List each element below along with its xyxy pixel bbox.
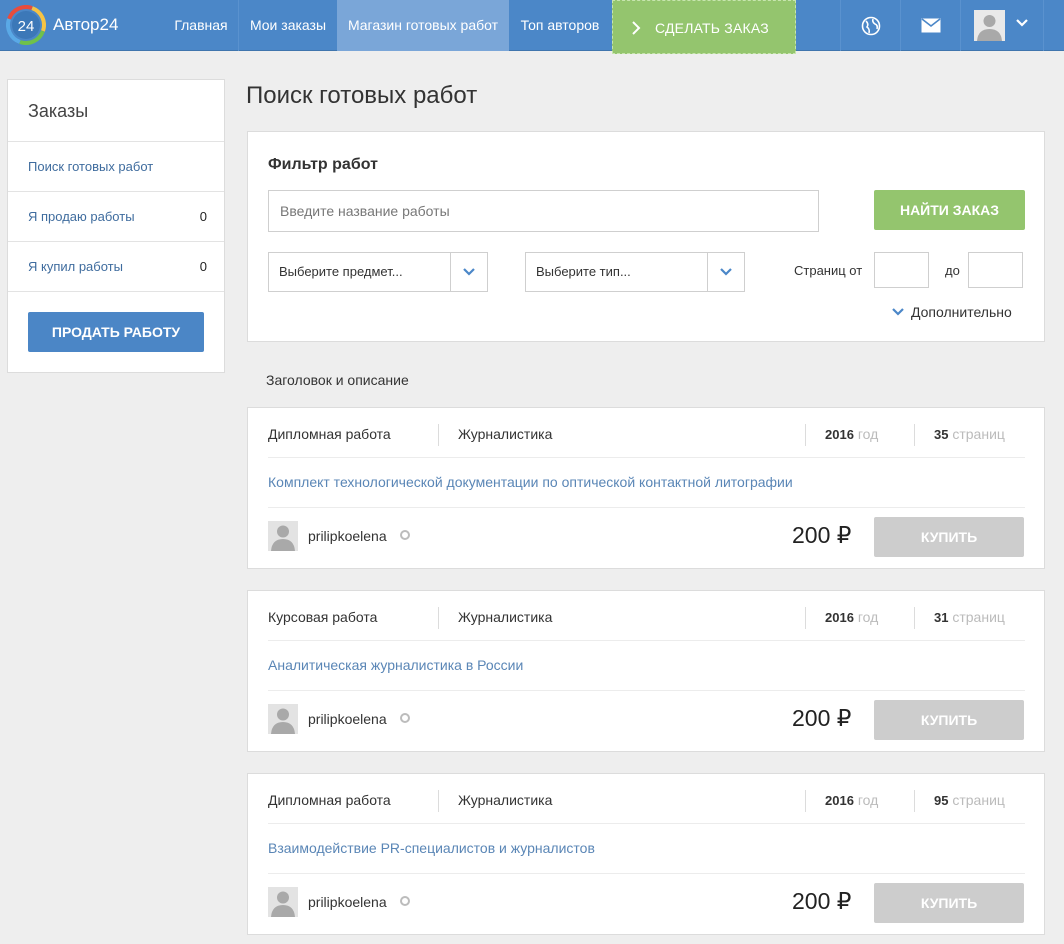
author-name[interactable]: prilipkoelena bbox=[308, 894, 387, 910]
pages-to-label: до bbox=[945, 263, 960, 278]
sidebar-item-label: Я купил работы bbox=[28, 259, 123, 274]
avatar[interactable] bbox=[974, 10, 1005, 41]
chevron-down-icon[interactable] bbox=[1016, 19, 1028, 27]
nav-top-authors[interactable]: Топ авторов bbox=[509, 0, 611, 51]
divider bbox=[805, 790, 806, 812]
type-select[interactable]: Выберите тип... bbox=[525, 252, 745, 292]
mail-icon bbox=[921, 18, 940, 33]
user-silhouette-icon bbox=[271, 891, 295, 917]
sidebar-item-selling[interactable]: Я продаю работы 0 bbox=[8, 192, 224, 242]
nav-my-orders[interactable]: Мои заказы bbox=[239, 0, 337, 51]
sidebar-item-label: Поиск готовых работ bbox=[28, 159, 154, 174]
top-navigation-bar: 24 Автор24 Главная Мои заказы Магазин го… bbox=[0, 0, 1064, 54]
online-status-icon bbox=[400, 530, 410, 540]
divider bbox=[438, 424, 439, 446]
work-price: 200 ₽ bbox=[792, 705, 852, 731]
divider bbox=[268, 640, 1025, 641]
divider bbox=[438, 790, 439, 812]
sidebar-item-count: 0 bbox=[199, 259, 207, 274]
divider bbox=[914, 424, 915, 446]
author-avatar[interactable] bbox=[268, 704, 298, 734]
find-order-button[interactable]: НАЙТИ ЗАКАЗ bbox=[874, 190, 1025, 230]
divider bbox=[268, 823, 1025, 824]
divider bbox=[914, 607, 915, 629]
chevron-down-icon bbox=[707, 253, 744, 291]
divider bbox=[268, 873, 1025, 874]
globe-icon bbox=[861, 16, 880, 35]
make-order-label: СДЕЛАТЬ ЗАКАЗ bbox=[655, 20, 769, 36]
language-button[interactable] bbox=[840, 0, 900, 51]
work-year: 2016 год bbox=[825, 609, 879, 625]
subject-select-value: Выберите предмет... bbox=[279, 264, 403, 279]
author-avatar[interactable] bbox=[268, 521, 298, 551]
sell-work-button[interactable]: ПРОДАТЬ РАБОТУ bbox=[28, 312, 204, 352]
pages-from-input[interactable] bbox=[874, 252, 929, 288]
work-subject: Журналистика bbox=[458, 609, 553, 625]
work-type: Курсовая работа bbox=[268, 609, 378, 625]
work-price: 200 ₽ bbox=[792, 522, 852, 548]
filter-panel: Фильтр работ НАЙТИ ЗАКАЗ Выберите предме… bbox=[247, 131, 1045, 342]
work-pages: 95 страниц bbox=[934, 792, 1005, 808]
work-title-link[interactable]: Аналитическая журналистика в России bbox=[268, 657, 523, 673]
divider bbox=[805, 607, 806, 629]
chevron-right-icon bbox=[631, 1, 641, 55]
buy-button[interactable]: КУПИТЬ bbox=[874, 883, 1024, 923]
author-name[interactable]: prilipkoelena bbox=[308, 528, 387, 544]
messages-button[interactable] bbox=[900, 0, 960, 51]
sidebar-title: Заказы bbox=[8, 80, 224, 142]
work-card: Курсовая работа Журналистика 2016 год 31… bbox=[247, 590, 1045, 752]
buy-button[interactable]: КУПИТЬ bbox=[874, 700, 1024, 740]
author-name[interactable]: prilipkoelena bbox=[308, 711, 387, 727]
filter-title: Фильтр работ bbox=[268, 156, 378, 173]
advanced-filter-label: Дополнительно bbox=[911, 304, 1012, 320]
logo-number: 24 bbox=[18, 18, 35, 35]
user-silhouette-icon bbox=[271, 525, 295, 551]
sidebar-item-count: 0 bbox=[199, 209, 207, 224]
make-order-button[interactable]: СДЕЛАТЬ ЗАКАЗ bbox=[612, 0, 796, 54]
search-input[interactable] bbox=[268, 190, 819, 232]
user-silhouette-icon bbox=[977, 15, 1002, 41]
buy-button[interactable]: КУПИТЬ bbox=[874, 517, 1024, 557]
work-year: 2016 год bbox=[825, 426, 879, 442]
pages-from-label: Страниц от bbox=[794, 263, 863, 278]
page-title: Поиск готовых работ bbox=[246, 82, 478, 109]
work-pages: 35 страниц bbox=[934, 426, 1005, 442]
pages-to-input[interactable] bbox=[968, 252, 1023, 288]
work-title-link[interactable]: Взаимодействие PR-специалистов и журнали… bbox=[268, 840, 595, 856]
divider bbox=[914, 790, 915, 812]
work-year: 2016 год bbox=[825, 792, 879, 808]
online-status-icon bbox=[400, 896, 410, 906]
work-subject: Журналистика bbox=[458, 426, 553, 442]
work-subject: Журналистика bbox=[458, 792, 553, 808]
divider bbox=[268, 507, 1025, 508]
work-card: Дипломная работа Журналистика 2016 год 9… bbox=[247, 773, 1045, 935]
work-title-link[interactable]: Комплект технологической документации по… bbox=[268, 474, 793, 490]
divider bbox=[805, 424, 806, 446]
brand-name[interactable]: Автор24 bbox=[53, 15, 118, 35]
list-heading: Заголовок и описание bbox=[266, 372, 409, 388]
work-type: Дипломная работа bbox=[268, 792, 391, 808]
nav-home[interactable]: Главная bbox=[164, 0, 238, 51]
advanced-filter-toggle[interactable]: Дополнительно bbox=[892, 304, 1012, 320]
work-type: Дипломная работа bbox=[268, 426, 391, 442]
nav-shop[interactable]: Магазин готовых работ bbox=[337, 0, 509, 51]
sidebar-item-search-works[interactable]: Поиск готовых работ bbox=[8, 142, 224, 192]
sidebar-item-label: Я продаю работы bbox=[28, 209, 135, 224]
user-silhouette-icon bbox=[271, 708, 295, 734]
subject-select[interactable]: Выберите предмет... bbox=[268, 252, 488, 292]
work-card: Дипломная работа Журналистика 2016 год 3… bbox=[247, 407, 1045, 569]
author-avatar[interactable] bbox=[268, 887, 298, 917]
online-status-icon bbox=[400, 713, 410, 723]
chevron-down-icon bbox=[450, 253, 487, 291]
chevron-down-icon bbox=[892, 308, 904, 316]
work-pages: 31 страниц bbox=[934, 609, 1005, 625]
divider bbox=[268, 690, 1025, 691]
sidebar-item-bought[interactable]: Я купил работы 0 bbox=[8, 242, 224, 292]
work-price: 200 ₽ bbox=[792, 888, 852, 914]
sidebar: Заказы Поиск готовых работ Я продаю рабо… bbox=[7, 79, 225, 373]
divider bbox=[268, 457, 1025, 458]
logo-icon[interactable]: 24 bbox=[6, 5, 46, 45]
type-select-value: Выберите тип... bbox=[536, 264, 631, 279]
divider bbox=[438, 607, 439, 629]
